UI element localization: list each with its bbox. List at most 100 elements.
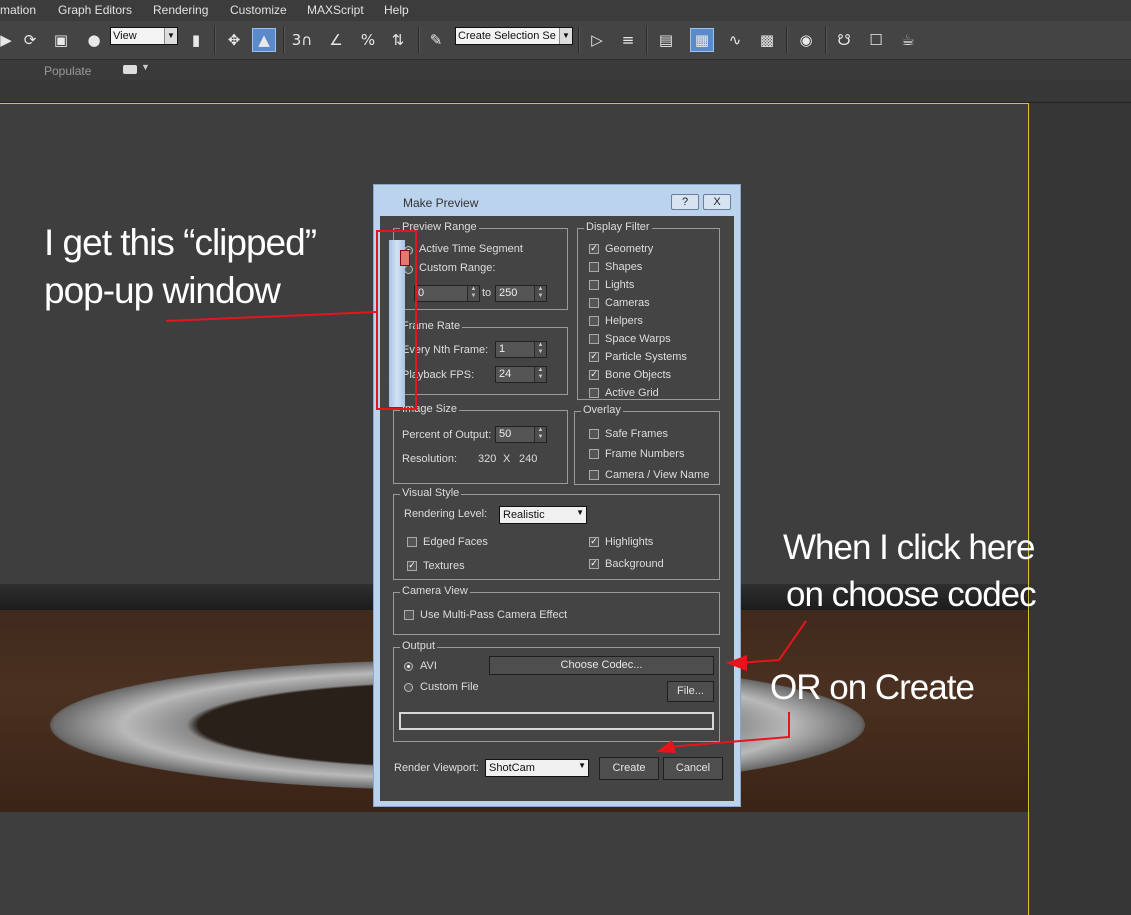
menu-rendering[interactable]: Rendering	[153, 3, 208, 17]
rendering-level-select[interactable]: Realistic ▼	[499, 506, 587, 524]
textures-label: Textures	[423, 560, 465, 572]
scale-icon[interactable]: ▣	[49, 28, 73, 52]
choose-codec-button[interactable]: Choose Codec...	[489, 656, 714, 675]
menu-bar: mation Graph Editors Rendering Customize…	[0, 0, 1131, 22]
every-nth-frame-spinner[interactable]: 1 ▲ ▼	[495, 341, 547, 358]
display-filter-checkbox[interactable]	[589, 334, 599, 344]
menu-graph-editors[interactable]: Graph Editors	[58, 3, 132, 17]
cancel-button[interactable]: Cancel	[663, 757, 723, 780]
display-filter-checkbox[interactable]	[589, 280, 599, 290]
spinner-snap-icon[interactable]: ⇅	[386, 28, 410, 52]
menu-animation[interactable]: mation	[0, 3, 36, 17]
select-manipulate-icon[interactable]: ▲	[252, 28, 276, 52]
group-title: Image Size	[400, 403, 460, 415]
spinner-arrows-icon[interactable]: ▲ ▼	[534, 286, 546, 301]
toolbar-divider	[786, 26, 788, 54]
close-button[interactable]: X	[703, 194, 731, 210]
spinner-arrows-icon[interactable]: ▲ ▼	[534, 427, 546, 442]
arrow-right-icon[interactable]: ▶	[0, 28, 18, 52]
custom-range-radio[interactable]	[404, 265, 413, 274]
display-filter-checkbox[interactable]	[589, 388, 599, 398]
display-filter-checkbox[interactable]	[589, 298, 599, 308]
display-filter-group: Display Filter ✓ Geometry Shapes Lights Came…	[577, 221, 720, 400]
display-filter-label: Shapes	[605, 261, 643, 273]
align-icon[interactable]: ≡	[616, 28, 640, 52]
toolbar-divider	[283, 26, 285, 54]
active-time-segment-label: Active Time Segment	[419, 243, 523, 255]
menu-help[interactable]: Help	[384, 3, 409, 17]
group-title: Visual Style	[400, 487, 462, 499]
avi-radio[interactable]	[404, 662, 413, 671]
overlay-checkbox[interactable]	[589, 470, 599, 480]
overlay-label: Frame Numbers	[605, 448, 685, 460]
clipped-popup-thumb[interactable]	[400, 250, 410, 266]
display-filter-label: Particle Systems	[605, 351, 687, 363]
edged-faces-label: Edged Faces	[423, 536, 488, 548]
display-filter-checkbox[interactable]: ✓	[589, 244, 599, 254]
toolbar-divider	[578, 26, 580, 54]
display-filter-checkbox[interactable]: ✓	[589, 370, 599, 380]
range-to-spinner[interactable]: 250 ▲ ▼	[495, 285, 547, 302]
annotation-right-line2: on choose codec	[786, 575, 1037, 614]
overlay-checkbox[interactable]	[589, 429, 599, 439]
toggle-scene-explorer-icon[interactable]: ▦	[690, 28, 714, 52]
help-button[interactable]: ?	[671, 194, 699, 210]
create-button[interactable]: Create	[599, 757, 659, 780]
group-title: Preview Range	[400, 221, 479, 233]
highlights-checkbox[interactable]: ✓	[589, 537, 599, 547]
multipass-checkbox[interactable]	[404, 610, 414, 620]
material-editor-icon[interactable]: ◉	[794, 28, 818, 52]
percent-of-output-spinner[interactable]: 50 ▲ ▼	[495, 426, 547, 443]
teapot-icon[interactable]: ☕	[896, 28, 920, 52]
camera-view-group: Camera View Use Multi-Pass Camera Effect	[393, 585, 720, 635]
overlay-label: Camera / View Name	[605, 469, 710, 481]
ribbon-tab-populate[interactable]: Populate	[44, 64, 91, 78]
spinner-arrows-icon[interactable]: ▲ ▼	[467, 286, 479, 301]
refresh-icon[interactable]: ⟳	[18, 28, 42, 52]
image-size-group: Image Size Percent of Output: 50 ▲ ▼ Resol…	[393, 403, 568, 484]
playback-fps-label: Playback FPS:	[402, 369, 475, 381]
frame-rate-group: Frame Rate Every Nth Frame: 1 ▲ ▼ Playback…	[393, 320, 568, 395]
snap-3-icon[interactable]: 3∩	[290, 28, 314, 52]
display-filter-checkbox[interactable]	[589, 316, 599, 326]
playback-fps-spinner[interactable]: 24 ▲ ▼	[495, 366, 547, 383]
edit-named-sel-icon[interactable]: ✎	[424, 28, 448, 52]
group-title: Output	[400, 640, 438, 652]
render-setup-icon[interactable]: ☋	[832, 28, 856, 52]
menu-maxscript[interactable]: MAXScript	[307, 3, 364, 17]
ribbon-bar: Populate ▼	[0, 60, 1131, 80]
display-filter-checkbox[interactable]: ✓	[589, 352, 599, 362]
render-viewport-select[interactable]: ShotCam ▼	[485, 759, 589, 777]
overlay-checkbox[interactable]	[589, 449, 599, 459]
move-icon[interactable]: ✥	[222, 28, 246, 52]
spinner-arrows-icon[interactable]: ▲ ▼	[534, 342, 546, 357]
percent-of-output-label: Percent of Output:	[402, 429, 492, 441]
layer-icon[interactable]: ▤	[654, 28, 678, 52]
sphere-icon[interactable]: ●	[82, 28, 106, 52]
rendering-level-label: Rendering Level:	[404, 508, 488, 520]
edged-faces-checkbox[interactable]	[407, 537, 417, 547]
range-from-spinner[interactable]: 0 ▲ ▼	[414, 285, 480, 302]
background-checkbox[interactable]: ✓	[589, 559, 599, 569]
schematic-icon[interactable]: ▩	[755, 28, 779, 52]
custom-file-radio[interactable]	[404, 683, 413, 692]
multipass-label: Use Multi-Pass Camera Effect	[420, 609, 568, 621]
chevron-down-icon[interactable]: ▼	[141, 62, 150, 72]
reference-coord-dropdown[interactable]: View ▼	[110, 27, 178, 45]
mirror-tool-icon[interactable]: ▷	[585, 28, 609, 52]
spinner-arrows-icon[interactable]: ▲ ▼	[534, 367, 546, 382]
curve-editor-icon[interactable]: ∿	[723, 28, 747, 52]
preview-range-group: Preview Range Active Time Segment Custom…	[393, 221, 568, 310]
render-frame-icon[interactable]: ☐	[864, 28, 888, 52]
display-filter-label: Geometry	[605, 243, 654, 255]
textures-checkbox[interactable]: ✓	[407, 561, 417, 571]
selection-set-dropdown[interactable]: Create Selection Se ▼	[455, 27, 573, 45]
percent-snap-icon[interactable]: %	[356, 28, 380, 52]
display-filter-checkbox[interactable]	[589, 262, 599, 272]
ribbon-toggle-icon[interactable]	[123, 65, 137, 74]
file-button[interactable]: File...	[667, 681, 714, 702]
menu-customize[interactable]: Customize	[230, 3, 287, 17]
pivot-icon[interactable]: ▮	[184, 28, 208, 52]
angle-snap-icon[interactable]: ∠	[324, 28, 348, 52]
to-label: to	[482, 287, 492, 299]
